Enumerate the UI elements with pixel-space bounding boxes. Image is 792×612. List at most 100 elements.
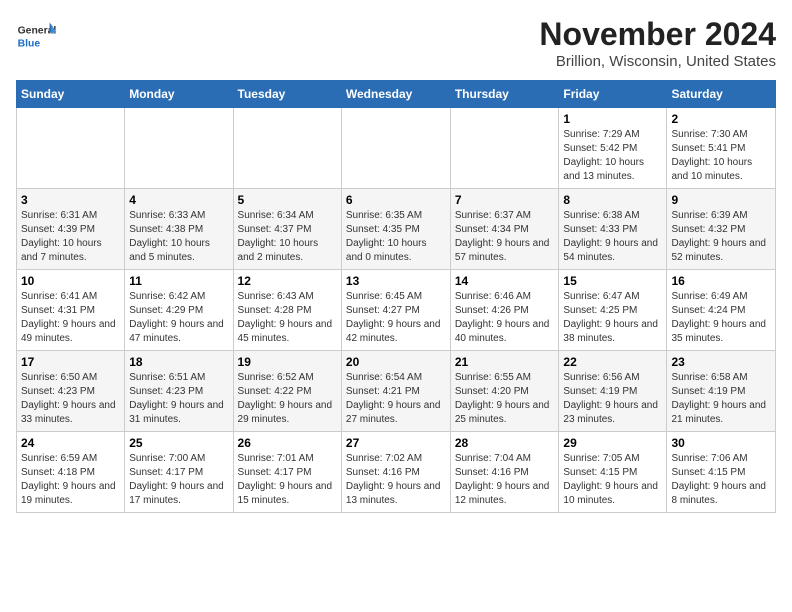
day-number: 25 <box>129 436 228 450</box>
day-info: Sunrise: 6:41 AM Sunset: 4:31 PM Dayligh… <box>21 290 120 346</box>
calendar-cell: 13Sunrise: 6:45 AM Sunset: 4:27 PM Dayli… <box>341 270 450 351</box>
calendar-cell: 20 Sunrise: 6:54 AM Sunset: 4:21 PM Dayli… <box>341 351 450 432</box>
day-number: 5 <box>238 193 337 207</box>
logo: General Blue <box>16 16 60 56</box>
weekday-thursday: Thursday <box>450 81 559 108</box>
day-number: 19 <box>238 355 337 369</box>
week-row-5: 24 Sunrise: 6:59 AM Sunset: 4:18 PM Dayli… <box>17 432 776 513</box>
day-number: 20 <box>346 355 446 369</box>
calendar-cell: 30Sunrise: 7:06 AM Sunset: 4:15 PM Dayli… <box>667 432 776 513</box>
calendar-cell <box>125 108 233 189</box>
weekday-header-row: SundayMondayTuesdayWednesdayThursdayFrid… <box>17 81 776 108</box>
calendar-cell: 10 Sunrise: 6:41 AM Sunset: 4:31 PM Dayli… <box>17 270 125 351</box>
day-number: 2 <box>671 112 771 126</box>
day-number: 27 <box>346 436 446 450</box>
week-row-4: 17 Sunrise: 6:50 AM Sunset: 4:23 PM Dayli… <box>17 351 776 432</box>
calendar-cell: 6Sunrise: 6:35 AM Sunset: 4:35 PM Daylig… <box>341 189 450 270</box>
calendar-cell: 24 Sunrise: 6:59 AM Sunset: 4:18 PM Dayli… <box>17 432 125 513</box>
calendar-cell: 9 Sunrise: 6:39 AM Sunset: 4:32 PM Daylig… <box>667 189 776 270</box>
weekday-wednesday: Wednesday <box>341 81 450 108</box>
calendar-cell: 21 Sunrise: 6:55 AM Sunset: 4:20 PM Dayli… <box>450 351 559 432</box>
day-info: Sunrise: 6:42 AM Sunset: 4:29 PM Dayligh… <box>129 290 228 346</box>
day-info: Sunrise: 6:46 AM Sunset: 4:26 PM Dayligh… <box>455 290 555 346</box>
day-number: 16 <box>671 274 771 288</box>
svg-text:Blue: Blue <box>18 38 41 49</box>
logo-icon: General Blue <box>16 16 56 56</box>
page-header: General Blue November 2024 Brillion, Wis… <box>16 16 776 70</box>
day-info: Sunrise: 7:29 AM Sunset: 5:42 PM Dayligh… <box>563 128 662 184</box>
day-info: Sunrise: 6:56 AM Sunset: 4:19 PM Dayligh… <box>563 371 662 427</box>
calendar-cell <box>450 108 559 189</box>
day-number: 14 <box>455 274 555 288</box>
day-info: Sunrise: 6:59 AM Sunset: 4:18 PM Dayligh… <box>21 452 120 508</box>
day-number: 3 <box>21 193 120 207</box>
day-number: 4 <box>129 193 228 207</box>
title-area: November 2024 Brillion, Wisconsin, Unite… <box>539 16 776 70</box>
day-number: 9 <box>671 193 771 207</box>
day-number: 11 <box>129 274 228 288</box>
day-info: Sunrise: 6:55 AM Sunset: 4:20 PM Dayligh… <box>455 371 555 427</box>
day-number: 10 <box>21 274 120 288</box>
day-info: Sunrise: 6:50 AM Sunset: 4:23 PM Dayligh… <box>21 371 120 427</box>
weekday-sunday: Sunday <box>17 81 125 108</box>
weekday-monday: Monday <box>125 81 233 108</box>
calendar-cell: 27 Sunrise: 7:02 AM Sunset: 4:16 PM Dayli… <box>341 432 450 513</box>
calendar-table: SundayMondayTuesdayWednesdayThursdayFrid… <box>16 80 776 513</box>
day-info: Sunrise: 7:01 AM Sunset: 4:17 PM Dayligh… <box>238 452 337 508</box>
day-number: 12 <box>238 274 337 288</box>
calendar-cell: 16Sunrise: 6:49 AM Sunset: 4:24 PM Dayli… <box>667 270 776 351</box>
calendar-cell: 17 Sunrise: 6:50 AM Sunset: 4:23 PM Dayli… <box>17 351 125 432</box>
day-number: 15 <box>563 274 662 288</box>
calendar-cell: 4Sunrise: 6:33 AM Sunset: 4:38 PM Daylig… <box>125 189 233 270</box>
day-info: Sunrise: 7:04 AM Sunset: 4:16 PM Dayligh… <box>455 452 555 508</box>
day-info: Sunrise: 6:31 AM Sunset: 4:39 PM Dayligh… <box>21 209 120 265</box>
day-number: 7 <box>455 193 555 207</box>
calendar-cell: 26 Sunrise: 7:01 AM Sunset: 4:17 PM Dayli… <box>233 432 341 513</box>
day-info: Sunrise: 7:00 AM Sunset: 4:17 PM Dayligh… <box>129 452 228 508</box>
calendar-cell <box>341 108 450 189</box>
day-number: 29 <box>563 436 662 450</box>
week-row-3: 10 Sunrise: 6:41 AM Sunset: 4:31 PM Dayli… <box>17 270 776 351</box>
day-number: 18 <box>129 355 228 369</box>
day-info: Sunrise: 6:39 AM Sunset: 4:32 PM Dayligh… <box>671 209 771 265</box>
day-info: Sunrise: 7:05 AM Sunset: 4:15 PM Dayligh… <box>563 452 662 508</box>
calendar-cell: 22 Sunrise: 6:56 AM Sunset: 4:19 PM Dayli… <box>559 351 667 432</box>
day-number: 6 <box>346 193 446 207</box>
day-number: 26 <box>238 436 337 450</box>
day-info: Sunrise: 6:58 AM Sunset: 4:19 PM Dayligh… <box>671 371 771 427</box>
day-info: Sunrise: 6:52 AM Sunset: 4:22 PM Dayligh… <box>238 371 337 427</box>
day-info: Sunrise: 6:37 AM Sunset: 4:34 PM Dayligh… <box>455 209 555 265</box>
calendar-cell: 14 Sunrise: 6:46 AM Sunset: 4:26 PM Dayli… <box>450 270 559 351</box>
calendar-cell: 18 Sunrise: 6:51 AM Sunset: 4:23 PM Dayli… <box>125 351 233 432</box>
calendar-cell: 25 Sunrise: 7:00 AM Sunset: 4:17 PM Dayli… <box>125 432 233 513</box>
day-number: 21 <box>455 355 555 369</box>
day-info: Sunrise: 6:43 AM Sunset: 4:28 PM Dayligh… <box>238 290 337 346</box>
day-info: Sunrise: 6:47 AM Sunset: 4:25 PM Dayligh… <box>563 290 662 346</box>
week-row-2: 3 Sunrise: 6:31 AM Sunset: 4:39 PM Daylig… <box>17 189 776 270</box>
month-title: November 2024 <box>539 16 776 53</box>
calendar-cell: 15 Sunrise: 6:47 AM Sunset: 4:25 PM Dayli… <box>559 270 667 351</box>
calendar-cell: 29 Sunrise: 7:05 AM Sunset: 4:15 PM Dayli… <box>559 432 667 513</box>
calendar-cell <box>17 108 125 189</box>
calendar-cell: 19 Sunrise: 6:52 AM Sunset: 4:22 PM Dayli… <box>233 351 341 432</box>
day-number: 30 <box>671 436 771 450</box>
day-number: 24 <box>21 436 120 450</box>
calendar-cell: 5Sunrise: 6:34 AM Sunset: 4:37 PM Daylig… <box>233 189 341 270</box>
day-info: Sunrise: 6:51 AM Sunset: 4:23 PM Dayligh… <box>129 371 228 427</box>
day-info: Sunrise: 6:45 AM Sunset: 4:27 PM Dayligh… <box>346 290 446 346</box>
day-number: 17 <box>21 355 120 369</box>
calendar-cell: 23 Sunrise: 6:58 AM Sunset: 4:19 PM Dayli… <box>667 351 776 432</box>
day-number: 28 <box>455 436 555 450</box>
day-number: 23 <box>671 355 771 369</box>
calendar-cell <box>233 108 341 189</box>
calendar-cell: 7 Sunrise: 6:37 AM Sunset: 4:34 PM Daylig… <box>450 189 559 270</box>
calendar-cell: 28 Sunrise: 7:04 AM Sunset: 4:16 PM Dayli… <box>450 432 559 513</box>
day-info: Sunrise: 6:54 AM Sunset: 4:21 PM Dayligh… <box>346 371 446 427</box>
day-number: 22 <box>563 355 662 369</box>
day-info: Sunrise: 7:30 AM Sunset: 5:41 PM Dayligh… <box>671 128 771 184</box>
calendar-cell: 3 Sunrise: 6:31 AM Sunset: 4:39 PM Daylig… <box>17 189 125 270</box>
day-number: 1 <box>563 112 662 126</box>
calendar-cell: 8Sunrise: 6:38 AM Sunset: 4:33 PM Daylig… <box>559 189 667 270</box>
week-row-1: 1 Sunrise: 7:29 AM Sunset: 5:42 PM Daylig… <box>17 108 776 189</box>
day-info: Sunrise: 7:02 AM Sunset: 4:16 PM Dayligh… <box>346 452 446 508</box>
